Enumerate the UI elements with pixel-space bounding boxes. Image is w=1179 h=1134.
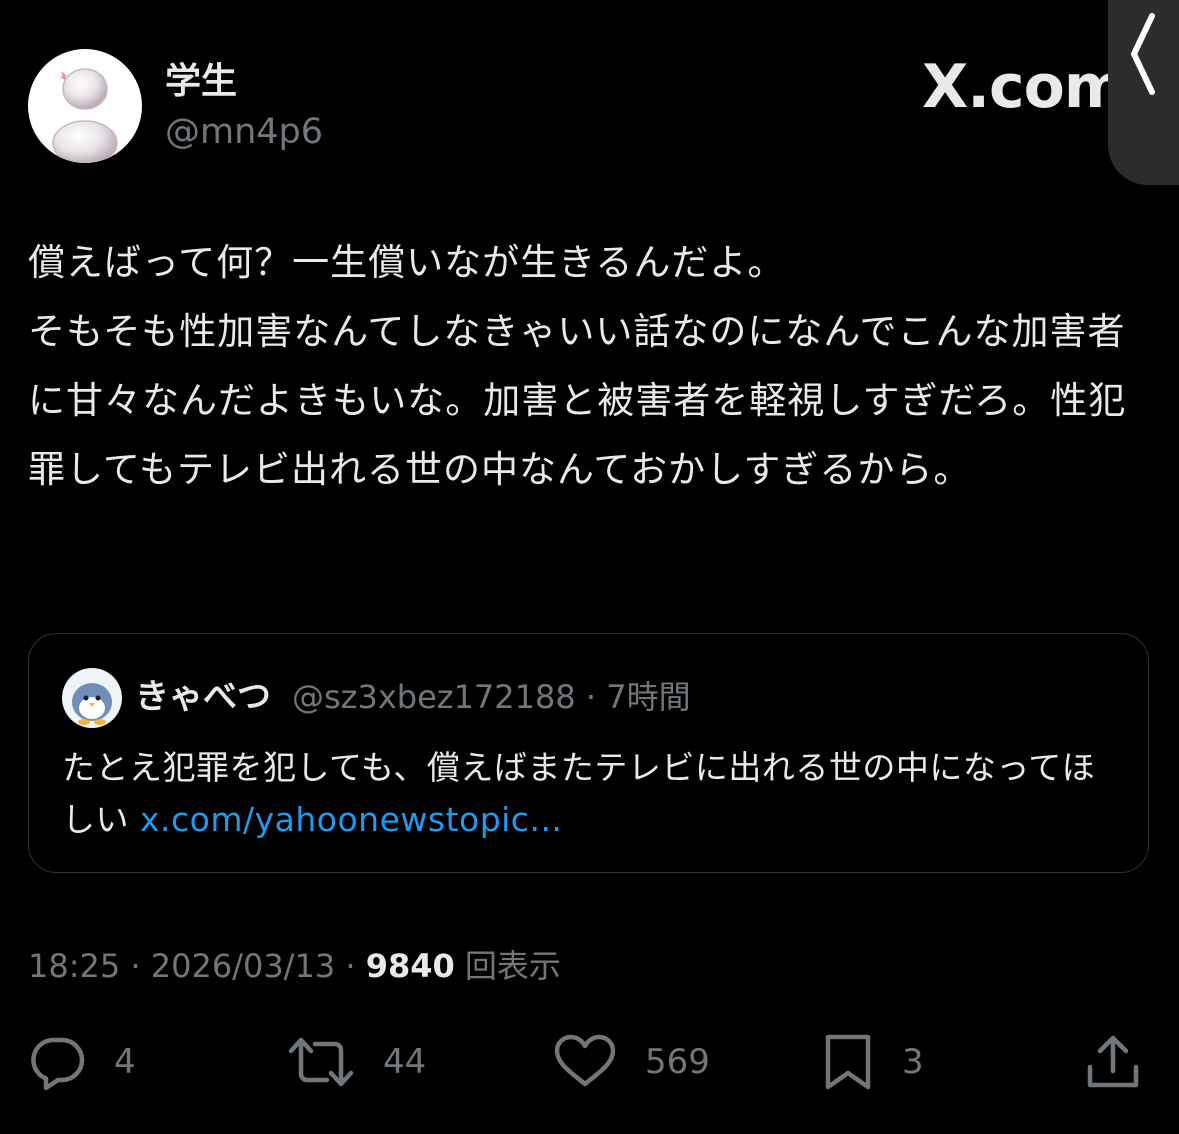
chevron-left-icon (1131, 13, 1155, 95)
tweet-date[interactable]: 2026/03/13 (151, 947, 335, 985)
share-icon (1087, 1035, 1139, 1088)
quoted-display-name[interactable]: きゃべつ (135, 675, 271, 719)
tweet-text: 償えばって何？一生償いなが生きるんだよ。 そもそも性加害なんてしなきゃいい話なの… (28, 241, 1127, 491)
display-name[interactable]: 学生 (165, 60, 237, 104)
reply-count: 4 (114, 1042, 136, 1082)
side-tab[interactable] (1108, 0, 1179, 185)
views-label: 回表示 (454, 947, 561, 985)
avatar-image (52, 68, 118, 163)
tweet-meta: 18:25 · 2026/03/13 · 9840 回表示 (28, 942, 561, 990)
quoted-avatar[interactable] (62, 668, 122, 728)
meta-separator: · (120, 947, 151, 985)
penguin-avatar-image (72, 683, 112, 725)
like-button[interactable]: 569 (553, 1030, 710, 1094)
bookmark-button[interactable]: 3 (822, 1030, 924, 1094)
like-count: 569 (645, 1042, 710, 1082)
bookmark-icon (825, 1034, 871, 1090)
quoted-handle-time[interactable]: @sz3xbez172188 · 7時間 (292, 675, 691, 719)
reply-button[interactable]: 4 (28, 1030, 136, 1094)
retweet-button[interactable]: 44 (287, 1030, 426, 1094)
quoted-tweet-text: たとえ犯罪を犯しても、償えばまたテレビに出れる世の中になってほしい x.com/… (62, 742, 1112, 846)
meta-separator: · (335, 947, 366, 985)
user-handle[interactable]: @mn4p6 (165, 110, 323, 154)
reply-icon (31, 1037, 85, 1090)
x-com-logo: X.com (922, 52, 1126, 122)
retweet-icon (288, 1037, 354, 1087)
retweet-count: 44 (383, 1042, 427, 1082)
bookmark-count: 3 (902, 1042, 924, 1082)
share-button[interactable] (1084, 1030, 1142, 1094)
heart-icon (554, 1034, 616, 1087)
tweet-time[interactable]: 18:25 (28, 947, 120, 985)
quoted-link[interactable]: x.com/yahoonewstopic... (140, 800, 562, 839)
views-count: 9840 (365, 947, 455, 985)
avatar[interactable] (28, 49, 142, 163)
